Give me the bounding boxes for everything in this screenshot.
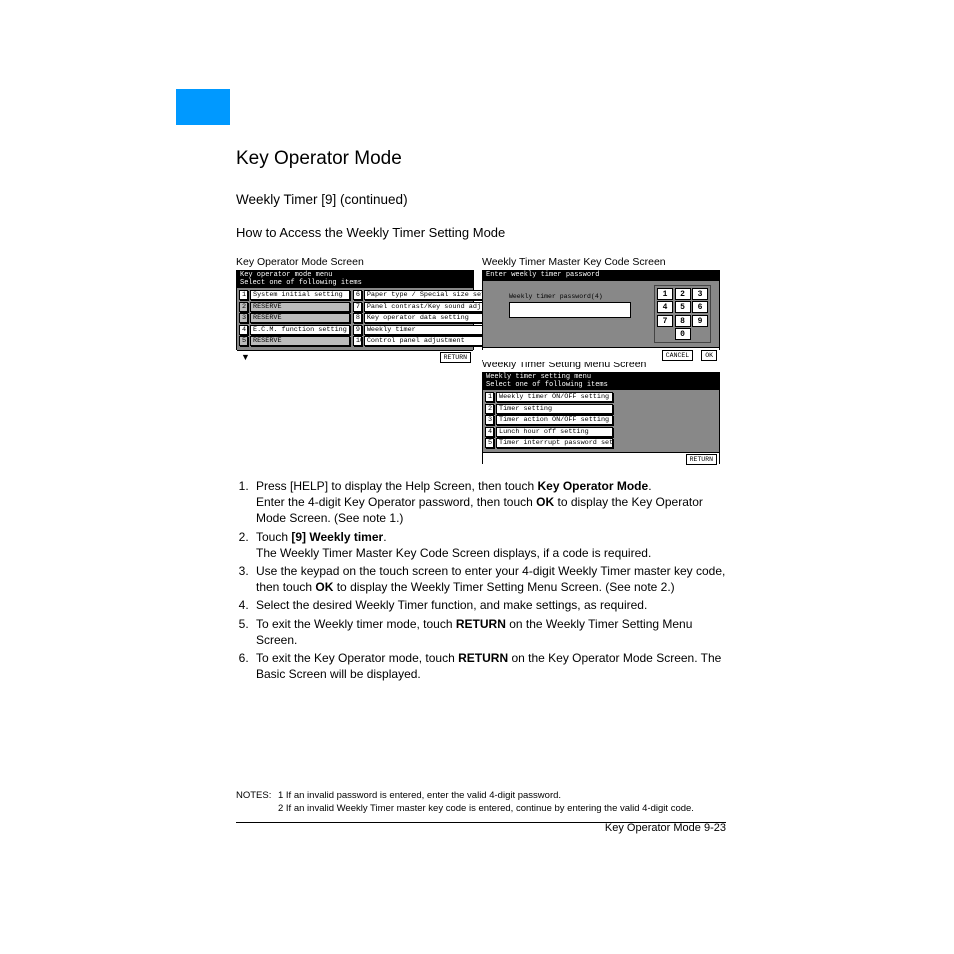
wt-item-4-num[interactable]: 4: [485, 427, 494, 437]
screen1-caption: Key Operator Mode Screen: [236, 256, 474, 268]
step-6: To exit the Key Operator mode, touch RET…: [252, 650, 726, 682]
screen2-caption: Weekly Timer Master Key Code Screen: [482, 256, 720, 268]
ok-button[interactable]: OK: [701, 350, 717, 361]
menu-item-7-num[interactable]: 7: [353, 302, 362, 312]
wt-item-3-num[interactable]: 3: [485, 415, 494, 425]
return-button-3[interactable]: RETURN: [686, 454, 717, 465]
step-5: To exit the Weekly timer mode, touch RET…: [252, 616, 726, 648]
menu-item-4[interactable]: E.C.M. function setting: [250, 325, 350, 335]
menu-item-5-num[interactable]: 5: [239, 336, 248, 346]
menu-item-6[interactable]: Paper type / Special size set: [364, 290, 488, 300]
menu-item-2-num[interactable]: 2: [239, 302, 248, 312]
menu-item-9[interactable]: Weekly timer: [364, 325, 488, 335]
step-3: Use the keypad on the touch screen to en…: [252, 563, 726, 595]
screen3-header: Weekly timer setting menu Select one of …: [483, 373, 719, 390]
page-title: Key Operator Mode: [236, 148, 726, 170]
down-arrow-icon[interactable]: ▼: [241, 353, 250, 363]
wt-item-2-num[interactable]: 2: [485, 404, 494, 414]
keypad-2[interactable]: 2: [675, 288, 691, 300]
menu-item-8[interactable]: Key operator data setting: [364, 313, 488, 323]
numeric-keypad: 1 2 3 4 5 6 7 8 9 0: [654, 285, 711, 344]
menu-item-10-num[interactable]: 10: [353, 336, 362, 346]
menu-item-1[interactable]: System initial setting: [250, 290, 350, 300]
keypad-0[interactable]: 0: [675, 328, 691, 340]
wt-item-3[interactable]: Timer action ON/OFF setting: [496, 415, 613, 425]
wt-item-4[interactable]: Lunch hour off setting: [496, 427, 613, 437]
wt-item-1-num[interactable]: 1: [485, 392, 494, 402]
step-1: Press [HELP] to display the Help Screen,…: [252, 478, 726, 527]
keypad-3[interactable]: 3: [692, 288, 708, 300]
main-content: Key Operator Mode Weekly Timer [9] (cont…: [236, 148, 726, 684]
screen2-header: Enter weekly timer password: [483, 271, 719, 281]
menu-item-8-num[interactable]: 8: [353, 313, 362, 323]
menu-item-10[interactable]: Control panel adjustment: [364, 336, 488, 346]
menu-item-7[interactable]: Panel contrast/Key sound adj.: [364, 302, 488, 312]
screen2-column: Weekly Timer Master Key Code Screen Ente…: [482, 256, 720, 350]
page-footer: Key Operator Mode 9-23: [236, 822, 726, 834]
notes-section: NOTES: 1 If an invalid password is enter…: [236, 790, 726, 823]
menu-item-9-num[interactable]: 9: [353, 325, 362, 335]
notes-label: NOTES:: [236, 790, 278, 816]
note-2: 2 If an invalid Weekly Timer master key …: [278, 803, 726, 816]
menu-item-1-num[interactable]: 1: [239, 290, 248, 300]
menu-item-3-num[interactable]: 3: [239, 313, 248, 323]
menu-item-3[interactable]: RESERVE: [250, 313, 350, 323]
section-tab: [176, 89, 230, 125]
instruction-steps: Press [HELP] to display the Help Screen,…: [236, 478, 726, 682]
key-operator-mode-screen: Key operator mode menu Select one of fol…: [236, 270, 474, 350]
menu-item-6-num[interactable]: 6: [353, 290, 362, 300]
master-key-code-screen: Enter weekly timer password Weekly timer…: [482, 270, 720, 350]
wt-item-2[interactable]: Timer setting: [496, 404, 613, 414]
page-subtitle: Weekly Timer [9] (continued): [236, 192, 726, 207]
keypad-9[interactable]: 9: [692, 315, 708, 327]
keypad-1[interactable]: 1: [657, 288, 673, 300]
keypad-6[interactable]: 6: [692, 301, 708, 313]
wt-item-5-num[interactable]: 5: [485, 438, 494, 448]
section-heading: How to Access the Weekly Timer Setting M…: [236, 225, 726, 240]
menu-item-2[interactable]: RESERVE: [250, 302, 350, 312]
password-input[interactable]: [509, 302, 631, 318]
password-label: Weekly timer password(4): [509, 293, 648, 300]
note-1: 1 If an invalid password is entered, ent…: [278, 790, 726, 803]
cancel-button[interactable]: CANCEL: [662, 350, 693, 361]
keypad-5[interactable]: 5: [675, 301, 691, 313]
return-button[interactable]: RETURN: [440, 352, 471, 363]
menu-item-4-num[interactable]: 4: [239, 325, 248, 335]
menu-item-5[interactable]: RESERVE: [250, 336, 350, 346]
weekly-timer-setting-menu-screen: Weekly timer setting menu Select one of …: [482, 372, 720, 464]
keypad-7[interactable]: 7: [657, 315, 673, 327]
wt-item-5[interactable]: Timer interrupt password set: [496, 438, 613, 448]
keypad-4[interactable]: 4: [657, 301, 673, 313]
keypad-8[interactable]: 8: [675, 315, 691, 327]
screen1-header: Key operator mode menu Select one of fol…: [237, 271, 473, 288]
wt-item-1[interactable]: Weekly timer ON/OFF setting: [496, 392, 613, 402]
step-4: Select the desired Weekly Timer function…: [252, 597, 726, 613]
screen1-column: Key Operator Mode Screen Key operator mo…: [236, 256, 474, 350]
step-2: Touch [9] Weekly timer.The Weekly Timer …: [252, 529, 726, 561]
